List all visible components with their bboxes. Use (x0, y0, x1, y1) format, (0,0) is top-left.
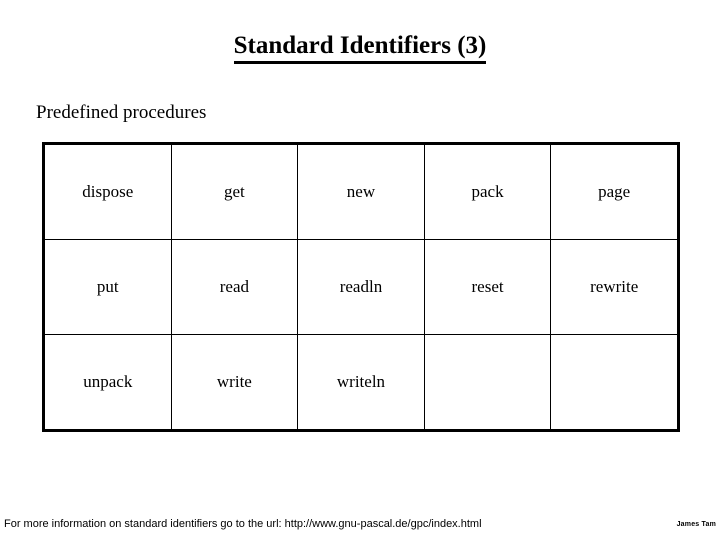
section-subtitle: Predefined procedures (36, 102, 207, 123)
table-cell-write: write (170, 334, 299, 431)
table-cell-pack: pack (423, 143, 552, 240)
table-cell-new: new (297, 143, 425, 240)
page-title: Standard Identifiers (3) (0, 32, 720, 64)
table-row: unpack write writeln (43, 334, 679, 431)
identifiers-table: dispose get new pack page put read readl… (42, 142, 680, 432)
table-cell-unpack: unpack (43, 334, 172, 431)
identifiers-table-container: dispose get new pack page put read readl… (42, 142, 680, 432)
table-cell-put: put (43, 239, 172, 335)
table-cell-page: page (550, 143, 679, 240)
table-cell-writeln: writeln (297, 334, 425, 431)
table-row: put read readln reset rewrite (43, 239, 679, 335)
table-cell-readln: readln (297, 239, 425, 335)
page-title-text: Standard Identifiers (3) (233, 32, 487, 64)
table-cell-reset: reset (423, 239, 552, 335)
table-cell-get: get (170, 143, 299, 240)
table-cell-empty-2 (550, 334, 679, 431)
table-cell-dispose: dispose (43, 143, 172, 240)
slide: Standard Identifiers (3) Predefined proc… (0, 0, 720, 540)
footer-credit: James Tam (676, 521, 716, 528)
table-cell-rewrite: rewrite (550, 239, 679, 335)
table-cell-read: read (170, 239, 299, 335)
table-cell-empty-1 (423, 334, 552, 431)
table-row: dispose get new pack page (43, 143, 679, 240)
footer-note: For more information on standard identif… (4, 518, 482, 530)
